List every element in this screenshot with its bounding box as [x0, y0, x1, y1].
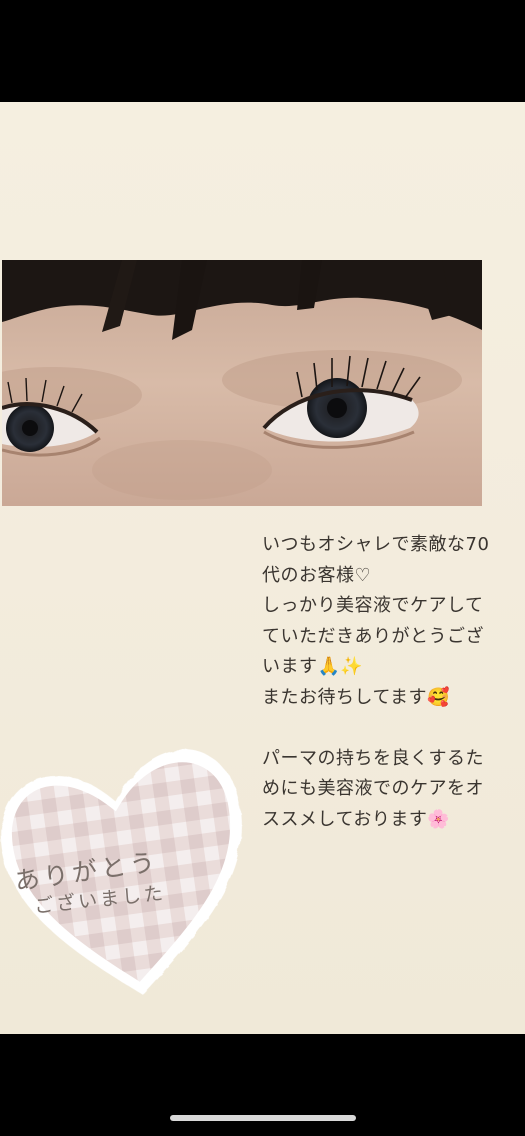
eyelash-photo: [2, 260, 482, 506]
caption-paragraph-1: いつもオシャレで素敵な70 代のお客様♡ しっかり美容液でケアして ていただきあ…: [262, 534, 490, 708]
caption-gap: [262, 713, 512, 744]
top-black-bar: [0, 0, 525, 102]
caption-text: いつもオシャレで素敵な70 代のお客様♡ しっかり美容液でケアして ていただきあ…: [262, 530, 512, 835]
home-indicator[interactable]: [170, 1115, 356, 1121]
caption-paragraph-2: パーマの持ちを良くするた めにも美容液でのケアをオ ススメしております🌸: [262, 747, 484, 830]
eyelash-perm-photo-icon: [2, 260, 482, 506]
